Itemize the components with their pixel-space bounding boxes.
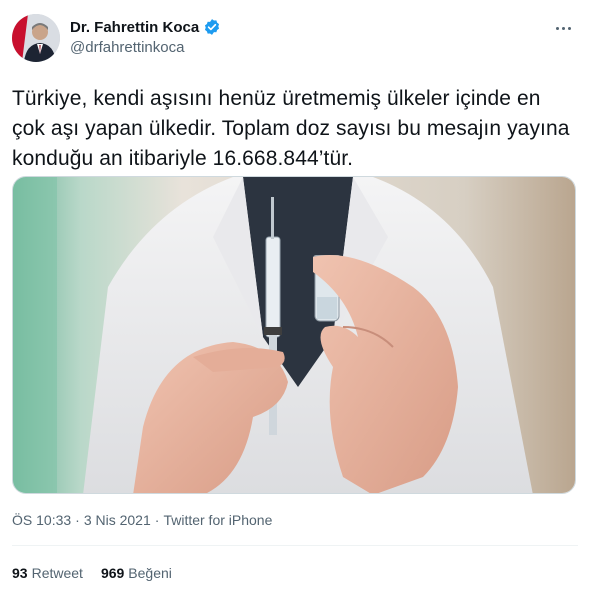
tweet-header: Dr. Fahrettin Koca @drfahrettinkoca bbox=[12, 14, 578, 64]
tweet-source-link[interactable]: Twitter for iPhone bbox=[163, 512, 272, 528]
author-handle[interactable]: @drfahrettinkoca bbox=[70, 39, 221, 56]
more-options-icon[interactable] bbox=[548, 18, 578, 38]
likes-count: 969 bbox=[100, 565, 125, 581]
tweet-card: Dr. Fahrettin Koca @drfahrettinkoca Türk… bbox=[0, 0, 590, 595]
tweet-stats: 93 Retweet 969 Beğeni bbox=[12, 565, 172, 581]
retweets-label: Retweet bbox=[31, 565, 83, 581]
retweets-count: 93 bbox=[12, 565, 28, 581]
verified-badge-icon bbox=[205, 19, 220, 35]
retweets-stat[interactable]: 93 Retweet bbox=[12, 565, 83, 581]
author-display-name[interactable]: Dr. Fahrettin Koca bbox=[70, 19, 199, 36]
likes-stat[interactable]: 969 Beğeni bbox=[101, 565, 172, 581]
author-avatar[interactable] bbox=[12, 14, 60, 62]
vaccine-photo-icon bbox=[13, 177, 575, 493]
avatar-portrait-icon bbox=[12, 14, 60, 62]
likes-label: Beğeni bbox=[128, 565, 172, 581]
tweet-time[interactable]: ÖS 10:33 bbox=[12, 512, 71, 528]
tweet-media-photo[interactable] bbox=[12, 176, 576, 494]
author-names: Dr. Fahrettin Koca @drfahrettinkoca bbox=[70, 17, 221, 56]
tweet-date[interactable]: 3 Nis 2021 bbox=[84, 512, 151, 528]
divider-top bbox=[12, 545, 578, 546]
tweet-text: Türkiye, kendi aşısını henüz üretmemiş ü… bbox=[12, 87, 570, 170]
meta-separator: · bbox=[75, 512, 80, 528]
tweet-meta: ÖS 10:33 · 3 Nis 2021 · Twitter for iPho… bbox=[12, 512, 272, 528]
meta-separator-2: · bbox=[154, 512, 160, 528]
display-name-row: Dr. Fahrettin Koca bbox=[70, 17, 221, 37]
